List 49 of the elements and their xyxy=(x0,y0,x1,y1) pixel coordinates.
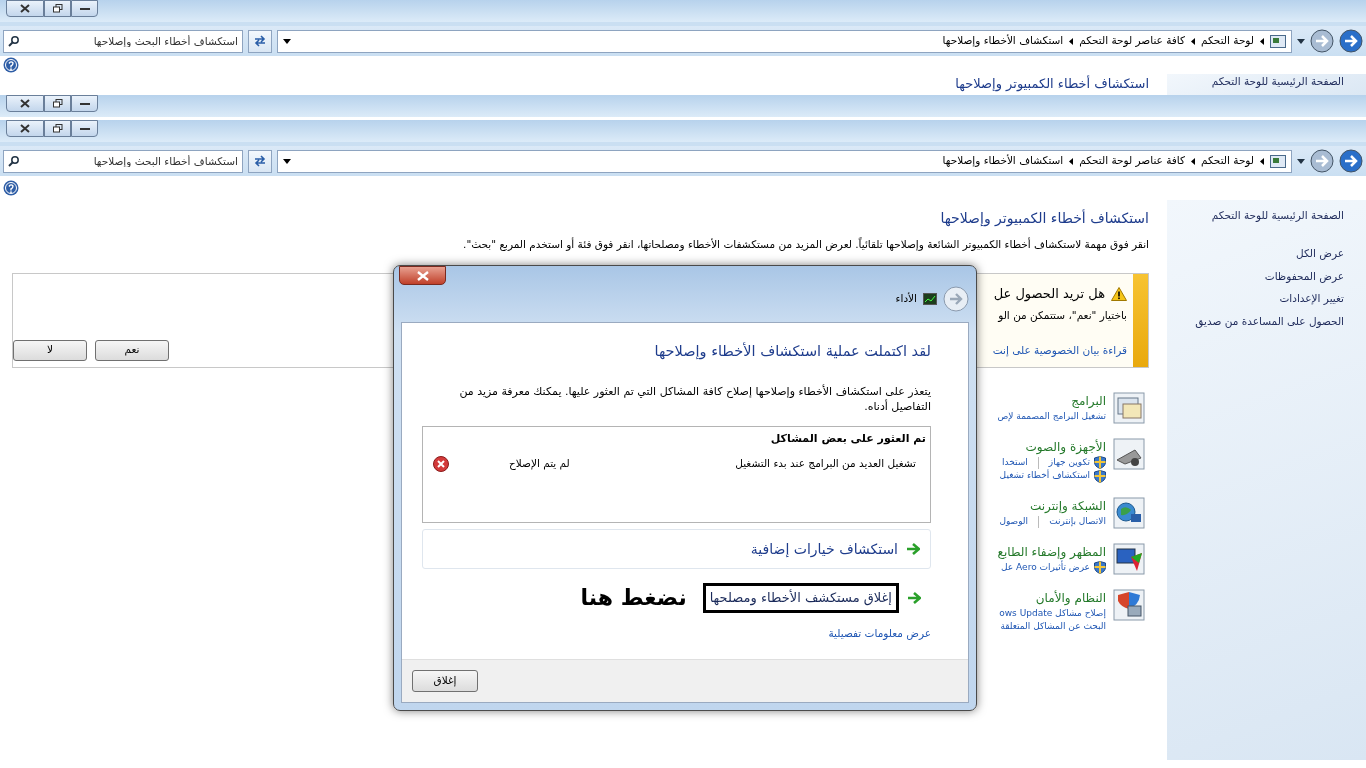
sidebar-link[interactable]: عرض الكل xyxy=(1296,245,1344,262)
info-text: باختيار "نعم"، ستتمكن من الو xyxy=(998,308,1127,324)
task-link[interactable]: عرض تأثيرات Aero عل xyxy=(1001,560,1090,575)
page-title: استكشاف أخطاء الكمبيوتر وإصلاحها xyxy=(954,74,1149,94)
task-link[interactable]: الاتصال بإنترنت xyxy=(1049,514,1106,529)
privacy-link[interactable]: قراءة بيان الخصوصية على إنت xyxy=(992,343,1127,359)
category-link[interactable]: المظهر وإضفاء الطابع xyxy=(997,542,1106,561)
answer-button[interactable]: لا xyxy=(13,339,87,361)
dialog-message: يتعذر على استكشاف الأخطاء وإصلاحها إصلاح كافة المشاكل التي تم العثور عليها. يمكنك معرفة مزيد من التفاصيل أدناه. xyxy=(458,384,931,415)
address-bar[interactable]: لوحة التحكم كافة عناصر لوحة التحكم استكشاف الأخطاء وإصلاحها xyxy=(277,149,1292,173)
category-link[interactable]: الأجهزة والصوت xyxy=(1025,437,1106,456)
address-bar[interactable]: لوحة التحكم كافة عناصر لوحة التحكم استكشاف الأخطاء وإصلاحها xyxy=(277,29,1292,53)
category-link[interactable]: النظام والأمان xyxy=(1035,588,1106,607)
task-link[interactable]: تكوين جهاز xyxy=(1048,455,1090,470)
task-link[interactable]: إصلاح مشاكل ows Update xyxy=(999,606,1106,621)
breadcrumb-link[interactable]: استكشاف الأخطاء وإصلاحها xyxy=(942,153,1064,169)
breadcrumb-link[interactable]: لوحة التحكم xyxy=(1201,33,1254,49)
close-button[interactable]: إغلاق xyxy=(412,670,478,692)
dialog-nav-title: الأداء xyxy=(895,291,917,307)
category-link[interactable]: الشبكة وإنترنت xyxy=(1029,496,1106,515)
option-link[interactable]: إغلاق مستكشف الأخطاء ومصلحها xyxy=(702,583,899,613)
task-link[interactable]: استكشاف أخطاء تشغيل xyxy=(999,469,1090,483)
category-link[interactable]: البرامج xyxy=(1071,391,1106,410)
page-title: استكشاف أخطاء الكمبيوتر وإصلاحها xyxy=(939,208,1149,229)
sidebar-link[interactable]: تغيير الإعدادات xyxy=(1279,291,1344,307)
info-title: هل تريد الحصول عل xyxy=(993,284,1105,304)
task-link[interactable]: البحث عن المشاكل المتعلقة xyxy=(1000,620,1106,634)
sidebar-link[interactable]: الحصول على المساعدة من صديق xyxy=(1195,314,1344,330)
breadcrumb-link[interactable]: كافة عناصر لوحة التحكم xyxy=(1079,33,1186,49)
sidebar-link[interactable]: عرض المحفوظات xyxy=(1264,268,1344,285)
dialog-heading: لقد اكتملت عملية استكشاف الأخطاء وإصلاحها xyxy=(653,341,931,362)
answer-button[interactable]: نعم xyxy=(95,339,169,361)
details-link[interactable]: عرض معلومات تفصيلية xyxy=(828,626,931,643)
task-link[interactable]: الوصول xyxy=(999,514,1029,529)
sidebar-link[interactable]: الصفحة الرئيسية للوحة التحكم xyxy=(1211,208,1344,224)
search-field[interactable]: استكشاف أخطاء البحث وإصلاحها xyxy=(3,29,243,53)
task-link[interactable]: تشغيل البرامج المصممة لإص xyxy=(997,409,1106,424)
option-link[interactable]: استكشاف خيارات إضافية xyxy=(750,538,898,560)
annotation-text: نضغط هنا xyxy=(580,584,687,613)
breadcrumb-link[interactable]: لوحة التحكم xyxy=(1201,153,1254,169)
results-heading: تم العثور على بعض المشاكل xyxy=(769,431,926,448)
page-description: انقر فوق مهمة لاستكشاف أخطاء الكمبيوتر الشائعة وإصلاحها تلقائياً. لعرض المزيد من مستكشفات الأخطاء ومصلحاتها، انقر فوق فئة أو استخدم المربع "بحث". xyxy=(462,237,1149,253)
sidebar-link[interactable]: الصفحة الرئيسية للوحة التحكم xyxy=(1211,74,1344,90)
problem-name: تشغيل العديد من البرامج عند بدء التشغيل xyxy=(735,456,916,472)
breadcrumb-link[interactable]: استكشاف الأخطاء وإصلاحها xyxy=(942,33,1064,49)
breadcrumb-link[interactable]: كافة عناصر لوحة التحكم xyxy=(1079,153,1186,169)
search-field[interactable]: استكشاف أخطاء البحث وإصلاحها xyxy=(3,149,243,173)
task-link[interactable]: استخدا xyxy=(1002,455,1028,470)
problem-status: لم يتم الإصلاح xyxy=(509,456,570,472)
